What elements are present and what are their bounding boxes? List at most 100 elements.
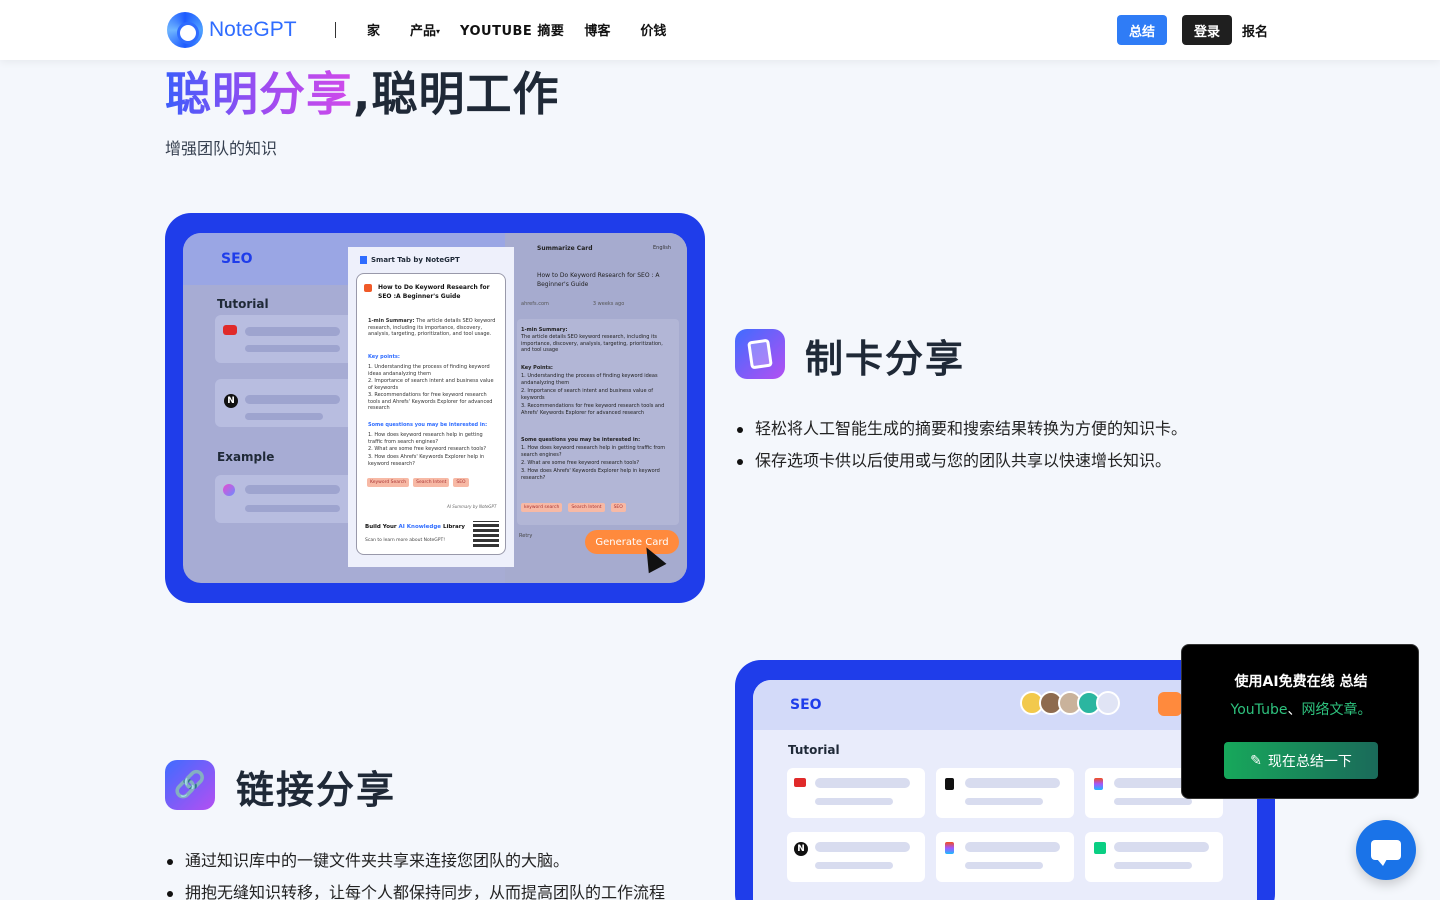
- login-button[interactable]: 登录: [1182, 15, 1232, 45]
- card-key-point: 3. Recommendations for free keyword rese…: [368, 392, 493, 411]
- card-question: 3. How does Ahrefs' Keywords Explorer he…: [368, 454, 485, 467]
- mock-skeleton-line: [815, 778, 910, 788]
- panel-article-title: How to Do Keyword Research for SEO : A B…: [537, 272, 660, 288]
- panel-question: 3. How does Ahrefs' Keywords Explorer he…: [521, 468, 660, 481]
- chat-launcher-button[interactable]: [1356, 820, 1416, 880]
- mock-skeleton-line: [965, 842, 1060, 852]
- nav-pricing[interactable]: 价钱: [640, 20, 666, 39]
- card-page-glyph: [747, 338, 773, 370]
- nav-home[interactable]: 家: [367, 20, 380, 39]
- link-share-bullet: 拥抱无缝知识转移，让每个人都保持同步，从而提高团队的工作流程: [165, 882, 665, 900]
- mock-item-card: [936, 768, 1074, 818]
- summarize-card-heading: Summarize Card: [537, 245, 593, 252]
- mock-skeleton-card: [215, 315, 355, 363]
- qr-code-icon: [473, 521, 499, 547]
- panel-tag: Search Intent: [568, 503, 605, 512]
- mock-skeleton-line: [245, 327, 340, 336]
- knowledge-card-document: How to Do Keyword Research for SEO :A Be…: [356, 273, 506, 555]
- link-share-bullet: 通过知识库中的一键文件夹共享来连接您团队的大脑。: [165, 850, 665, 882]
- card-summary-label: 1-min Summary:: [368, 318, 415, 324]
- link-share-bullets: 通过知识库中的一键文件夹共享来连接您团队的大脑。 拥抱无缝知识转移，让每个人都保…: [165, 850, 665, 900]
- card-share-illustration: SEO Tutorial N Example Summarize Card En…: [165, 213, 705, 603]
- panel-question: 1. How does keyword research help in get…: [521, 445, 666, 458]
- figma-icon: [1094, 778, 1103, 790]
- panel-key-point: 2. Importance of search intent and busin…: [521, 388, 653, 401]
- card-tag: SEO: [453, 478, 469, 487]
- card-share-screen: SEO Tutorial N Example Summarize Card En…: [183, 233, 687, 583]
- build-suffix: Library: [442, 524, 466, 530]
- mock-skeleton-line: [245, 345, 340, 352]
- promo-popup: 使用AI免费在线 总结 YouTube、网络文章。 ✎ 现在总结一下: [1181, 644, 1419, 799]
- hero-title: 聪明分享,聪明工作: [165, 58, 559, 124]
- mock-skeleton-line: [815, 798, 893, 805]
- nav-youtube-summary[interactable]: YOUTUBE 摘要: [460, 20, 564, 39]
- language-select: English: [653, 245, 672, 251]
- youtube-icon: [223, 325, 237, 335]
- promo-separator: 、: [1287, 702, 1302, 718]
- panel-key-points-label: Key Points:: [521, 365, 553, 371]
- summarize-now-button[interactable]: ✎ 现在总结一下: [1224, 742, 1378, 779]
- chevron-down-icon: ▾: [436, 27, 441, 36]
- card-share-icon: [735, 329, 785, 379]
- figma-icon: [945, 842, 954, 854]
- card-question: 1. How does keyword research help in get…: [368, 432, 483, 445]
- mock-skeleton-line: [815, 842, 910, 852]
- panel-key-point: 3. Recommendations for free keyword rese…: [521, 403, 665, 416]
- hero-title-highlight: 聪明分享: [165, 67, 353, 121]
- build-highlight: AI Knowledge: [398, 524, 442, 530]
- retry-link: Retry: [519, 533, 533, 539]
- card-key-points-label: Key points:: [368, 354, 400, 360]
- summary-button[interactable]: 总结: [1117, 15, 1167, 45]
- panel-summary-text: The article details SEO keyword research…: [521, 334, 663, 353]
- member-avatars: [1020, 691, 1120, 715]
- card-summary: 1-min Summary: The article details SEO k…: [368, 318, 496, 338]
- generate-card-button: Generate Card: [585, 530, 679, 554]
- panel-source: ahrefs.com 3 weeks ago: [521, 301, 624, 307]
- card-tag: Keyword Search: [367, 478, 410, 487]
- youtube-icon: [794, 778, 806, 787]
- panel-key-point: 1. Understanding the process of finding …: [521, 373, 658, 386]
- ai-summary-note: AI Summary by NoteGPT: [447, 504, 497, 509]
- link-icon: 🔗: [165, 760, 215, 810]
- brand-logo[interactable]: NoteGPT: [167, 12, 297, 48]
- panel-tag: SEO: [610, 503, 626, 512]
- card-share-title: 制卡分享: [805, 337, 966, 381]
- nav-products-label: 产品: [410, 24, 437, 39]
- mock-skeleton-line: [245, 505, 340, 512]
- mock-seo-label: SEO: [221, 251, 253, 267]
- card-share-bullet: 轻松将人工智能生成的摘要和搜索结果转换为方便的知识卡。: [735, 418, 1187, 450]
- mock-skeleton-card: [215, 475, 355, 523]
- mock-skeleton-line: [245, 485, 340, 494]
- brand-name: NoteGPT: [209, 18, 297, 41]
- promo-youtube: YouTube: [1230, 702, 1288, 718]
- magic-wand-icon: ✎: [1250, 752, 1262, 769]
- panel-summary-label: 1-min Summary:: [521, 327, 568, 333]
- panel-tag: keyword search: [521, 503, 563, 512]
- card-questions-label: Some questions you may be interested in:: [368, 422, 488, 428]
- mock-example-label: Example: [217, 450, 275, 464]
- signup-link[interactable]: 报名: [1242, 21, 1268, 40]
- card-tag: Search Intent: [413, 478, 450, 487]
- mock-skeleton-line: [245, 395, 340, 404]
- link-share-title: 链接分享: [236, 768, 397, 812]
- knowledge-card-preview: Smart Tab by NoteGPT How to Do Keyword R…: [348, 247, 514, 567]
- notion-icon: N: [794, 842, 808, 856]
- nav-blog[interactable]: 博客: [584, 20, 610, 39]
- mock-tutorial-label: Tutorial: [788, 743, 840, 757]
- panel-questions-label: Some questions you may be interested in:: [521, 437, 641, 443]
- card-share-bullets: 轻松将人工智能生成的摘要和搜索结果转换为方便的知识卡。 保存选项卡供以后使用或与…: [735, 418, 1187, 482]
- mock-skeleton-line: [965, 862, 1043, 869]
- mock-tutorial-label: Tutorial: [217, 297, 269, 311]
- panel-summary-body: 1-min Summary: The article details SEO k…: [517, 319, 679, 525]
- hero-title-rest: ,聪明工作: [353, 67, 560, 121]
- nav-products[interactable]: 产品▾: [410, 20, 440, 39]
- share-link-icon: [1158, 692, 1182, 716]
- app-icon: [223, 484, 235, 496]
- card-doc-title: How to Do Keyword Research for SEO :A Be…: [364, 283, 503, 301]
- mock-seo-label: SEO: [790, 697, 822, 713]
- summarize-now-label: 现在总结一下: [1267, 753, 1352, 770]
- notegpt-logo-icon: [167, 12, 203, 48]
- mock-skeleton-line: [245, 413, 323, 420]
- upwork-icon: [1094, 842, 1106, 854]
- card-share-bullet: 保存选项卡供以后使用或与您的团队共享以快速增长知识。: [735, 450, 1187, 482]
